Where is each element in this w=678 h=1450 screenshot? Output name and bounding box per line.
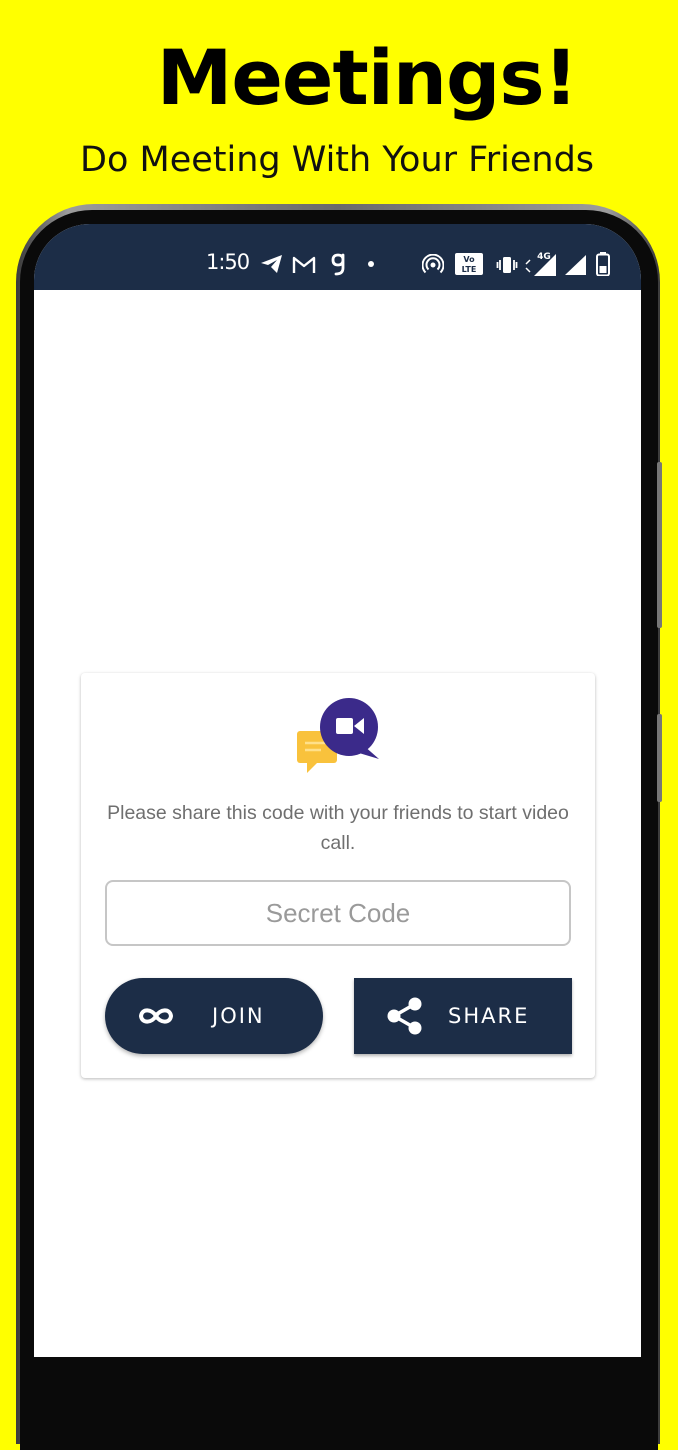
svg-text:Vo: Vo [463,255,475,264]
promo-subtitle: Do Meeting With Your Friends [80,140,595,180]
dot-icon [368,261,374,267]
status-bar: 1:50 Vo LTE 4G [34,224,641,290]
phone-volume-button [657,462,662,628]
meeting-card: Please share this code with your friends… [81,673,595,1078]
status-time: 1:50 [206,250,250,274]
phone-power-button [657,714,662,802]
video-chat-logo [297,698,379,773]
svg-text:LTE: LTE [462,265,477,274]
hotspot-icon [422,254,444,274]
telegram-icon [261,255,282,273]
g-icon [331,253,345,276]
svg-text:4G: 4G [537,252,551,262]
signal-4g-icon: 4G [525,252,556,276]
battery-icon [596,252,610,276]
vibrate-icon [496,257,518,273]
gmail-icon [292,256,316,273]
infinity-icon [137,978,175,1054]
secret-code-input[interactable] [105,880,571,946]
signal-icon [565,255,586,275]
volte-icon: Vo LTE [455,253,483,275]
share-info-text: Please share this code with your friends… [107,802,569,854]
join-button[interactable]: JOIN [105,978,323,1054]
share-button[interactable]: SHARE [354,978,572,1054]
join-button-label: JOIN [212,1004,265,1028]
promo-title: Meetings! [156,33,579,122]
share-button-label: SHARE [448,1004,530,1028]
share-icon [386,978,424,1054]
